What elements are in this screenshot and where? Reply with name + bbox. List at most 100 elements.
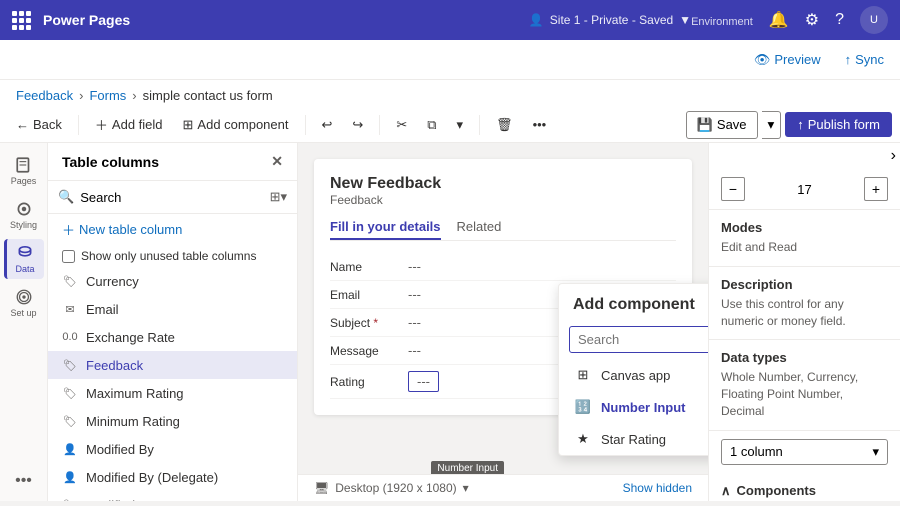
counter-minus-button[interactable]: − (721, 177, 745, 201)
redo-button[interactable]: ↪ (344, 113, 371, 137)
toolbar-right: 💾 Save ▾ ↑ Publish form (686, 111, 892, 139)
breadcrumb-feedback[interactable]: Feedback (16, 88, 73, 103)
env-label: Environment (691, 13, 753, 28)
desktop-dropdown-icon[interactable]: ▾ (463, 481, 469, 495)
desktop-label-area: 🖥 Desktop (1920 x 1080) ▾ (314, 481, 469, 495)
tab-fill-in-details[interactable]: Fill in your details (330, 215, 441, 240)
save-button[interactable]: 💾 Save (686, 111, 758, 139)
list-item-modified-by-delegate[interactable]: 👤 Modified By (Delegate) (48, 463, 297, 491)
add-field-button[interactable]: ＋ Add field (87, 111, 171, 138)
feedback-icon: 🏷 (62, 357, 78, 373)
list-item-exchange-rate[interactable]: 0.0 Exchange Rate (48, 323, 297, 351)
breadcrumb: Feedback › Forms › simple contact us for… (0, 80, 900, 107)
minimum-rating-icon: 🏷 (62, 413, 78, 429)
cut-button[interactable]: ✂ (388, 113, 415, 137)
columns-select[interactable]: 1 column ▾ (721, 439, 888, 465)
breadcrumb-current: simple contact us form (143, 88, 273, 103)
exchange-rate-icon: 0.0 (62, 329, 78, 345)
counter-plus-button[interactable]: + (864, 177, 888, 201)
preview-button[interactable]: 👁 Preview (754, 52, 821, 68)
sync-icon: ↑ (845, 52, 852, 67)
form-tabs: Fill in your details Related (330, 215, 676, 241)
panel-close-icon[interactable]: ✕ (271, 153, 283, 170)
panel-search-area: 🔍 ⊞▾ (48, 181, 297, 214)
show-unused-row: Show only unused table columns (48, 245, 297, 267)
list-item-maximum-rating[interactable]: 🏷 Maximum Rating (48, 379, 297, 407)
desktop-label: Desktop (1920 x 1080) (335, 481, 456, 495)
email-icon: ✉ (62, 301, 78, 317)
add-component-search-input[interactable] (578, 332, 708, 347)
sidebar-item-setup[interactable]: Set up (4, 283, 44, 323)
list-item-currency[interactable]: 🏷 Currency (48, 267, 297, 295)
counter-control: − 17 + (709, 169, 900, 210)
comp-item-star-rating[interactable]: ★ Star Rating (559, 423, 708, 455)
list-item-feedback[interactable]: 🏷 Feedback (48, 351, 297, 379)
app-grid-icon (12, 11, 31, 30)
modes-title: Modes (721, 220, 888, 235)
styling-icon (15, 200, 33, 218)
search-input[interactable] (80, 190, 263, 205)
top-bar-right: Environment 🔔 ⚙ ? U (691, 6, 888, 34)
comp-item-canvas-app[interactable]: ⊞ Canvas app (559, 359, 708, 391)
app-logo: Power Pages (12, 11, 529, 30)
add-table-column-button[interactable]: ＋ New table column (48, 214, 297, 245)
right-panel-collapse: › (709, 143, 900, 169)
settings-icon[interactable]: ⚙ (805, 10, 819, 30)
main-layout: Pages Styling Data Set up ••• Table colu… (0, 143, 900, 501)
components-collapse-icon[interactable]: ∧ (721, 483, 731, 499)
list-item-minimum-rating[interactable]: 🏷 Minimum Rating (48, 407, 297, 435)
sidebar-item-styling[interactable]: Styling (4, 195, 44, 235)
sidebar-more-button[interactable]: ••• (4, 461, 44, 501)
add-field-icon: ＋ (95, 115, 108, 134)
save-dropdown-button[interactable]: ▾ (762, 111, 782, 139)
breadcrumb-sep2: › (132, 88, 136, 103)
bell-icon[interactable]: 🔔 (769, 10, 789, 30)
toolbar-sep1 (78, 115, 79, 135)
list-item-modified-by[interactable]: 👤 Modified By (48, 435, 297, 463)
filter-icon[interactable]: ⊞▾ (270, 189, 287, 205)
star-rating-icon: ★ (573, 431, 593, 447)
breadcrumb-sep1: › (79, 88, 83, 103)
maximum-rating-icon: 🏷 (62, 385, 78, 401)
undo-button[interactable]: ↩ (314, 113, 341, 137)
preview-icon: 👁 (754, 52, 771, 68)
comp-item-number-input[interactable]: 🔢 Number Input (559, 391, 708, 423)
show-hidden-button[interactable]: Show hidden (623, 481, 692, 495)
desc-value: Use this control for any numeric or mone… (721, 296, 888, 330)
form-title: New Feedback (330, 175, 676, 193)
form-subtitle: Feedback (330, 193, 676, 207)
panel-title: Table columns (62, 154, 159, 170)
number-input-icon: 🔢 (573, 399, 593, 415)
nav-sidebar: Pages Styling Data Set up ••• (0, 143, 48, 501)
dropdown-button[interactable]: ▾ (449, 113, 472, 137)
counter-value: 17 (797, 182, 811, 197)
setup-icon (15, 288, 33, 306)
show-unused-checkbox[interactable] (62, 250, 75, 263)
list-item-email[interactable]: ✉ Email (48, 295, 297, 323)
breadcrumb-forms[interactable]: Forms (89, 88, 126, 103)
top-bar: Power Pages 👤 Site 1 - Private - Saved ▼… (0, 0, 900, 40)
sidebar-item-data[interactable]: Data (4, 239, 44, 279)
collapse-icon[interactable]: › (891, 147, 896, 165)
site-info: 👤 Site 1 - Private - Saved ▼ (529, 13, 691, 27)
sidebar-item-pages[interactable]: Pages (4, 151, 44, 191)
copy-button[interactable]: ⧉ (419, 113, 444, 137)
canvas-area: New Feedback Feedback Fill in your detai… (298, 143, 708, 501)
delete-button[interactable]: 🗑 (488, 113, 521, 137)
back-button[interactable]: ← Back (8, 113, 70, 136)
components-section: ∧ Components + Component (709, 473, 900, 501)
canvas-app-icon: ⊞ (573, 367, 593, 383)
publish-button[interactable]: ↑ Publish form (785, 112, 892, 137)
add-component-button[interactable]: ⊞ Add component (175, 113, 297, 137)
toolbar-sep3 (379, 115, 380, 135)
desc-title: Description (721, 277, 888, 292)
sync-button[interactable]: ↑ Sync (845, 52, 884, 67)
avatar[interactable]: U (860, 6, 888, 34)
help-icon[interactable]: ? (835, 11, 844, 29)
modified-on-icon: 🏷 (62, 497, 78, 501)
description-section: Description Use this control for any num… (709, 267, 900, 341)
add-component-panel: Add component ⊞ Canvas app 🔢 Number Inpu… (558, 283, 708, 456)
tab-related[interactable]: Related (457, 215, 502, 240)
more-button[interactable]: ••• (525, 113, 555, 136)
list-item-modified-on[interactable]: 🏷 Modified On (48, 491, 297, 501)
